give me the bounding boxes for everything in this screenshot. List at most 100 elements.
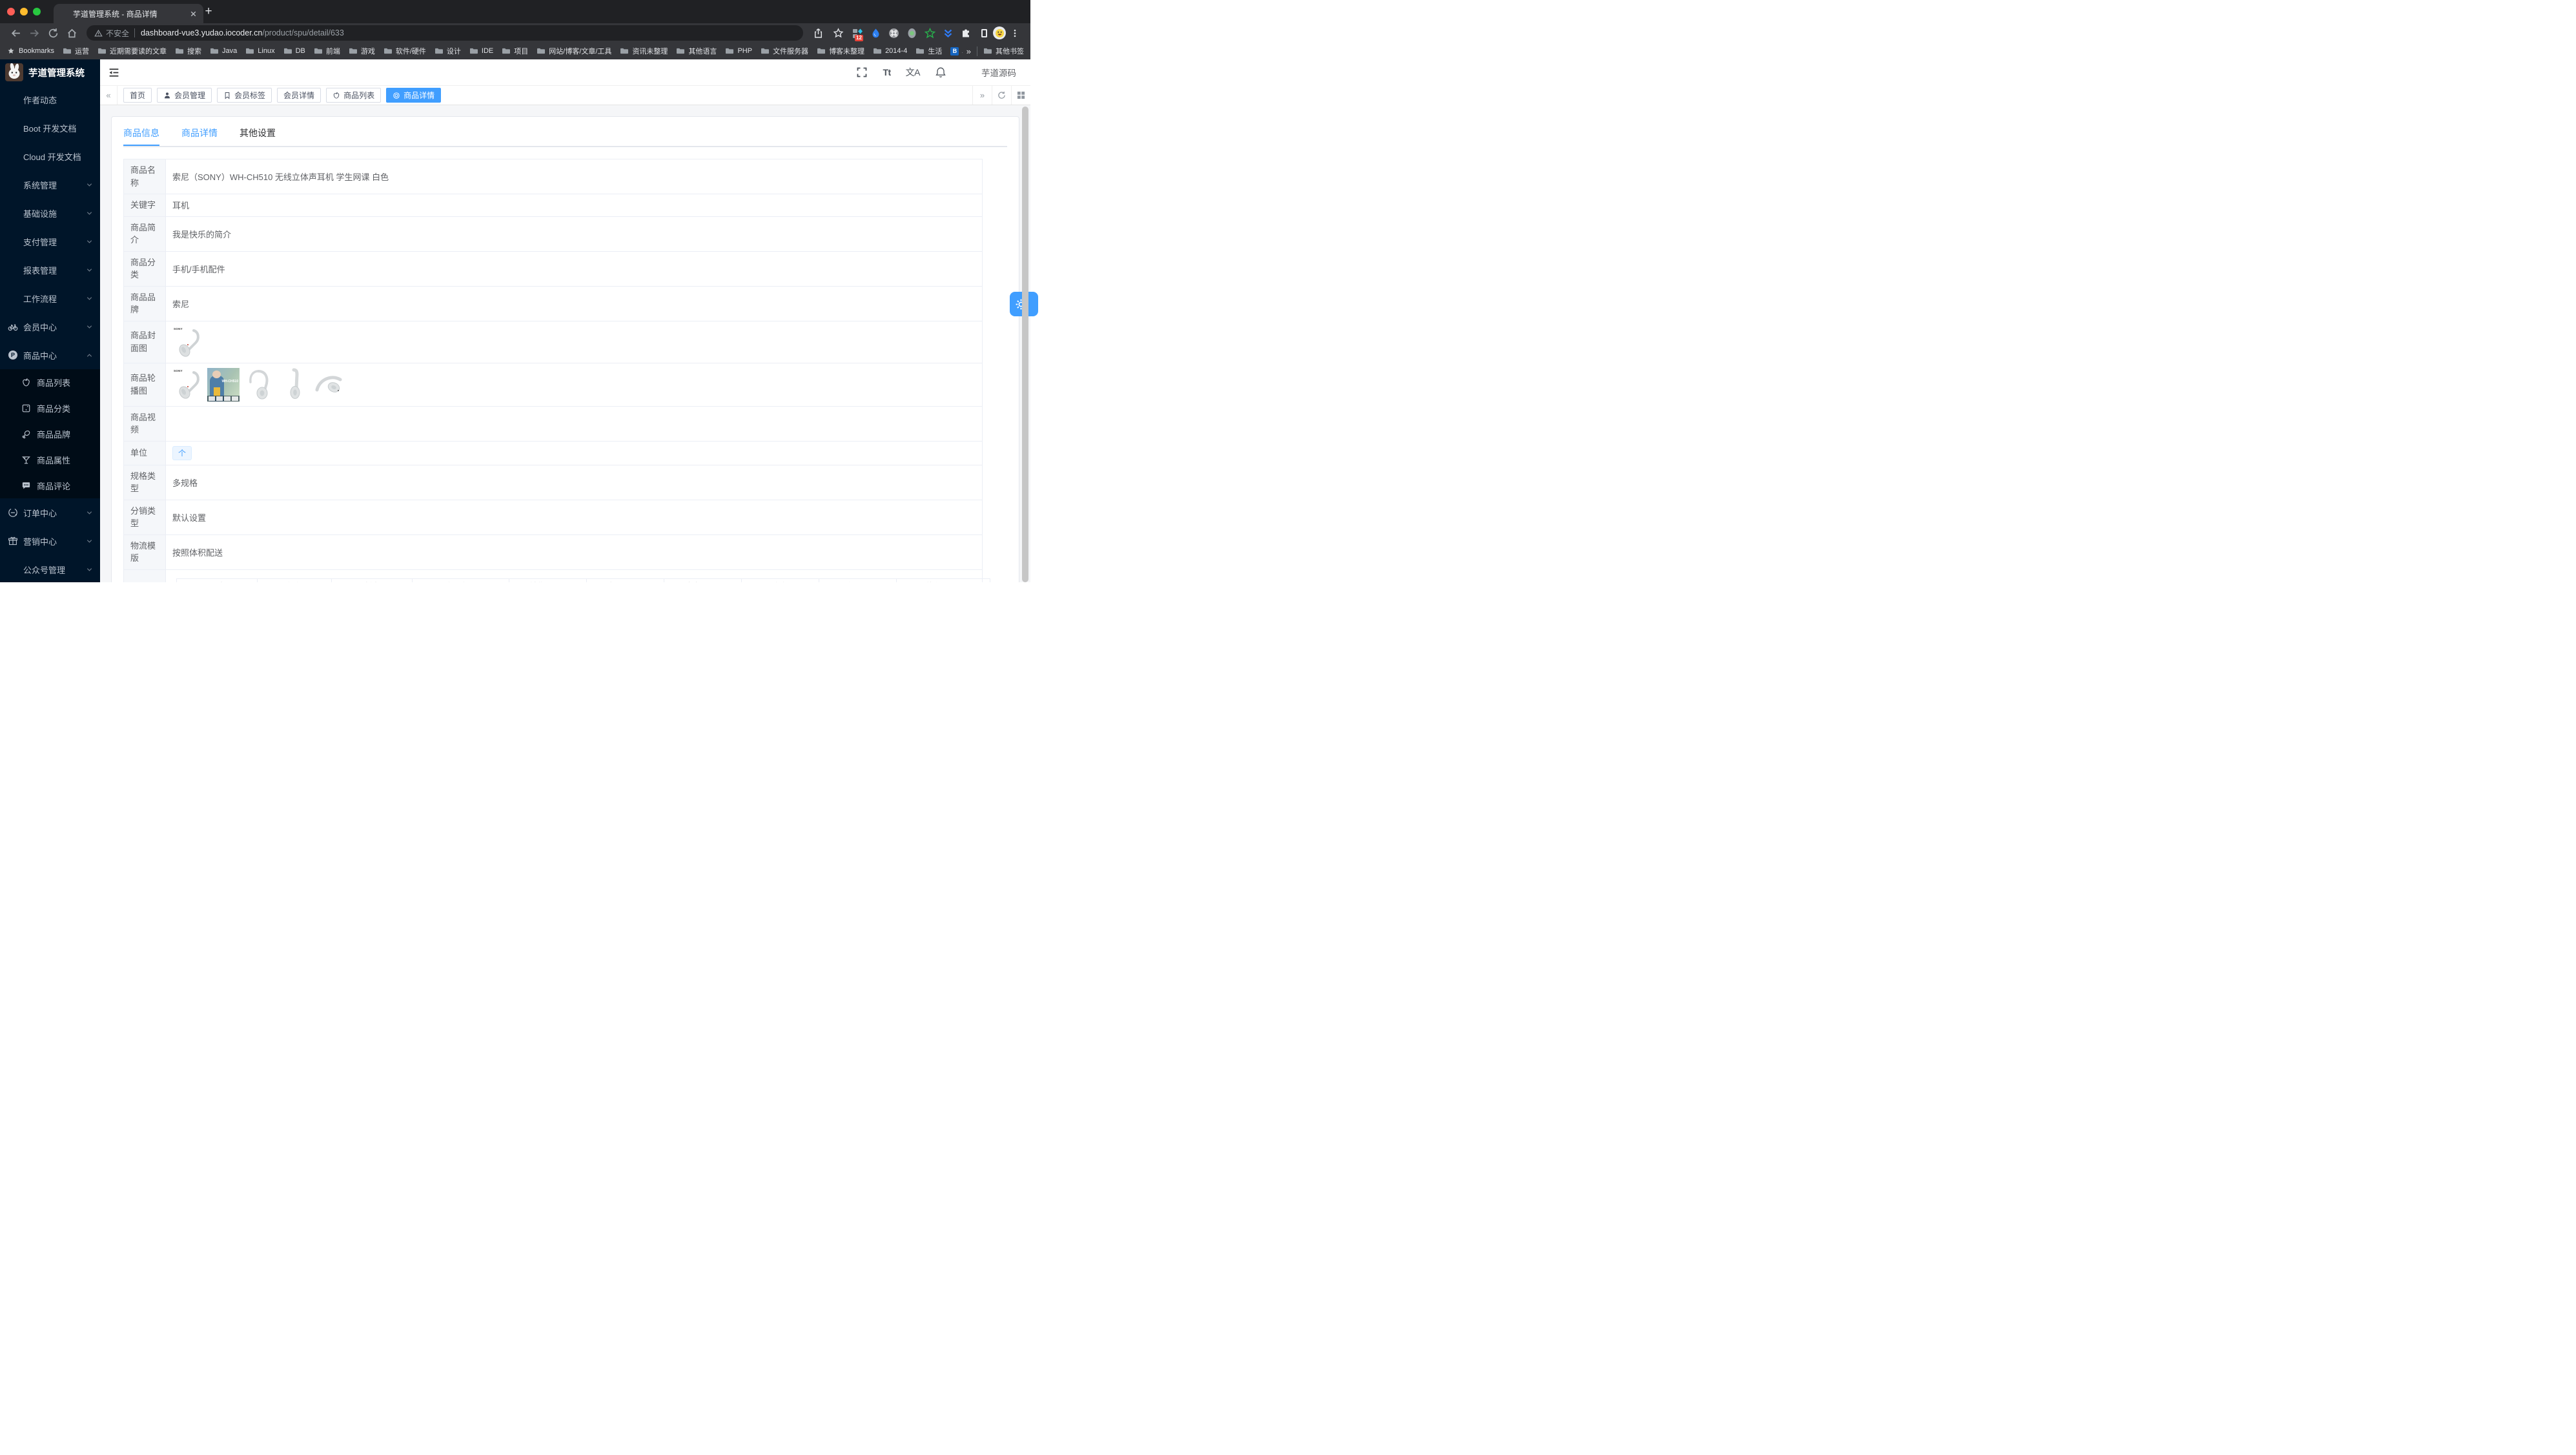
url-bar[interactable]: 不安全 dashboard-vue3.yudao.iocoder.cn /pro… [87, 25, 803, 41]
tab-other-settings[interactable]: 其他设置 [240, 127, 276, 146]
zoom-window-button[interactable] [33, 8, 41, 15]
field-label: 商品轮播图 [124, 363, 166, 406]
sidebar-item-workflow[interactable]: 工作流程 [0, 284, 100, 312]
tag-home[interactable]: 首页 [123, 88, 152, 103]
new-tab-button[interactable]: + [200, 3, 217, 20]
refresh-tag-button[interactable] [992, 86, 1011, 105]
profile-avatar[interactable] [993, 26, 1006, 39]
bookmark-folder[interactable]: IDE [469, 47, 493, 55]
bookmark-folder[interactable]: 2014-4 [873, 47, 907, 55]
browser-tab[interactable]: 芋道管理系统 - 商品详情 [54, 4, 203, 23]
bookmark-folder[interactable]: 运营 [63, 46, 89, 56]
home-icon[interactable] [66, 28, 77, 39]
bookmark-folder[interactable]: 项目 [502, 46, 528, 56]
tag-member-label[interactable]: 会员标签 [217, 88, 272, 103]
extension-frame-icon[interactable] [978, 27, 990, 39]
column-header: 成本价(元) [664, 578, 742, 582]
folder-icon [97, 47, 107, 55]
bookmark-folder[interactable]: 文件服务器 [761, 46, 808, 56]
extension-pinned-icon[interactable]: 12 [852, 27, 863, 41]
app-logo[interactable]: 芋道管理系统 [0, 59, 100, 85]
locale-icon[interactable]: 文A [906, 66, 921, 79]
tags-scroll-right-button[interactable]: » [972, 86, 992, 105]
sidebar-item-author-news[interactable]: 作者动态 [0, 85, 100, 114]
extension-command-icon[interactable] [888, 27, 899, 39]
bookmark-folder[interactable]: 搜索 [175, 46, 201, 56]
tags-scroll-left-button[interactable]: « [100, 86, 118, 105]
fullscreen-icon[interactable] [856, 66, 868, 78]
bookmark-folder[interactable]: Linux [245, 47, 275, 55]
field-row: 商品分类 手机/手机配件 [124, 251, 982, 287]
sidebar-item-cloud-docs[interactable]: Cloud 开发文档 [0, 142, 100, 170]
field-label: 分销类型 [124, 500, 166, 534]
extension-chevrons-icon[interactable] [942, 27, 954, 39]
collapse-sidebar-icon[interactable] [108, 66, 120, 79]
sidebar-item-product-list[interactable]: 商品列表 [0, 369, 100, 395]
field-label: 商品视频 [124, 406, 166, 441]
page-scrollbar[interactable] [1022, 107, 1028, 582]
bookmark-folder[interactable]: 游戏 [349, 46, 375, 56]
sidebar-item-member-center[interactable]: 会员中心 [0, 312, 100, 341]
bookmark-folder[interactable]: 其他语言 [676, 46, 717, 56]
share-icon[interactable] [813, 28, 824, 39]
reload-icon[interactable] [48, 28, 59, 39]
sidebar-item-pay[interactable]: 支付管理 [0, 227, 100, 256]
bookmark-star-icon[interactable] [833, 28, 844, 39]
tag-member-manage[interactable]: 会员管理 [157, 88, 212, 103]
sidebar-item-order-center[interactable]: 订单中心 [0, 498, 100, 527]
layout-grid-button[interactable] [1011, 86, 1030, 105]
folder-icon [620, 47, 629, 55]
tag-member-detail[interactable]: 会员详情 [277, 88, 322, 103]
bookmark-folder[interactable]: 博客未整理 [817, 46, 864, 56]
grid-icon [1017, 91, 1025, 99]
sidebar-item-marketing-center[interactable]: 营销中心 [0, 527, 100, 555]
chevron-up-icon [86, 352, 93, 359]
bookmarks-root[interactable]: Bookmarks [6, 47, 54, 55]
sidebar-item-infra[interactable]: 基础设施 [0, 199, 100, 227]
field-row: 商品品牌 索尼 [124, 286, 982, 321]
close-tab-icon[interactable] [189, 10, 198, 18]
tab-product-detail[interactable]: 商品详情 [181, 127, 218, 146]
bookmark-folder[interactable]: 资讯未整理 [620, 46, 668, 56]
sidebar-item-product-comment[interactable]: 商品评论 [0, 473, 100, 498]
bookmarks-overflow-button[interactable]: » [966, 46, 971, 56]
column-header: 销售价(元) [509, 578, 587, 582]
sidebar-item-product-brand[interactable]: 商品品牌 [0, 421, 100, 447]
extension-drop-icon[interactable] [870, 27, 881, 39]
tag-product-detail[interactable]: 商品详情 [386, 88, 442, 103]
extension-recorder-icon[interactable] [906, 27, 917, 39]
bookmark-folder[interactable]: PHP [725, 47, 752, 55]
tag-product-list[interactable]: 商品列表 [326, 88, 382, 103]
product-center-icon [8, 350, 18, 360]
sidebar-item-boot-docs[interactable]: Boot 开发文档 [0, 114, 100, 142]
bookmark-folder[interactable]: DB [283, 47, 305, 55]
bookmark-folder[interactable]: 设计 [434, 46, 461, 56]
bookmark-folder[interactable]: 网站/博客/文章/工具 [537, 46, 611, 56]
bookmark-folder[interactable]: Java [210, 47, 237, 55]
username[interactable]: 芋道源码 [981, 66, 1016, 79]
sidebar-item-product-center[interactable]: 商品中心 [0, 341, 100, 369]
sku-header-row: 图片 颜色 版本 商品条码 销售价(元) 市场价(元) 成本价(元) 库存 重量 [176, 578, 990, 582]
extension-green-star-icon[interactable] [924, 27, 935, 39]
sidebar-item-system[interactable]: 系统管理 [0, 170, 100, 199]
not-secure-icon [94, 29, 103, 37]
close-window-button[interactable] [7, 8, 15, 15]
font-size-icon[interactable]: Tt [883, 67, 891, 77]
back-icon[interactable] [10, 28, 21, 39]
sidebar-item-product-attribute[interactable]: 商品属性 [0, 447, 100, 473]
bookmark-folder[interactable]: 软件/硬件 [383, 46, 426, 56]
tab-product-info[interactable]: 商品信息 [123, 127, 159, 146]
extensions-puzzle-icon[interactable] [960, 27, 972, 39]
bookmark-folder[interactable]: 近期需要读的文章 [97, 46, 167, 56]
bookmark-folder[interactable]: 生活 [915, 46, 942, 56]
minimize-window-button[interactable] [20, 8, 28, 15]
other-bookmarks[interactable]: 其他书签 [983, 46, 1024, 56]
sidebar-item-official-account[interactable]: 公众号管理 [0, 555, 100, 582]
forward-icon[interactable] [29, 28, 40, 39]
sidebar-item-product-category[interactable]: 商品分类 [0, 395, 100, 421]
bookmark-folder[interactable]: 前端 [314, 46, 340, 56]
bell-icon[interactable] [935, 66, 946, 78]
sidebar-item-report[interactable]: 报表管理 [0, 256, 100, 284]
browser-menu-icon[interactable] [1010, 28, 1019, 39]
field-row: 物流模版 按照体积配送 [124, 534, 982, 570]
